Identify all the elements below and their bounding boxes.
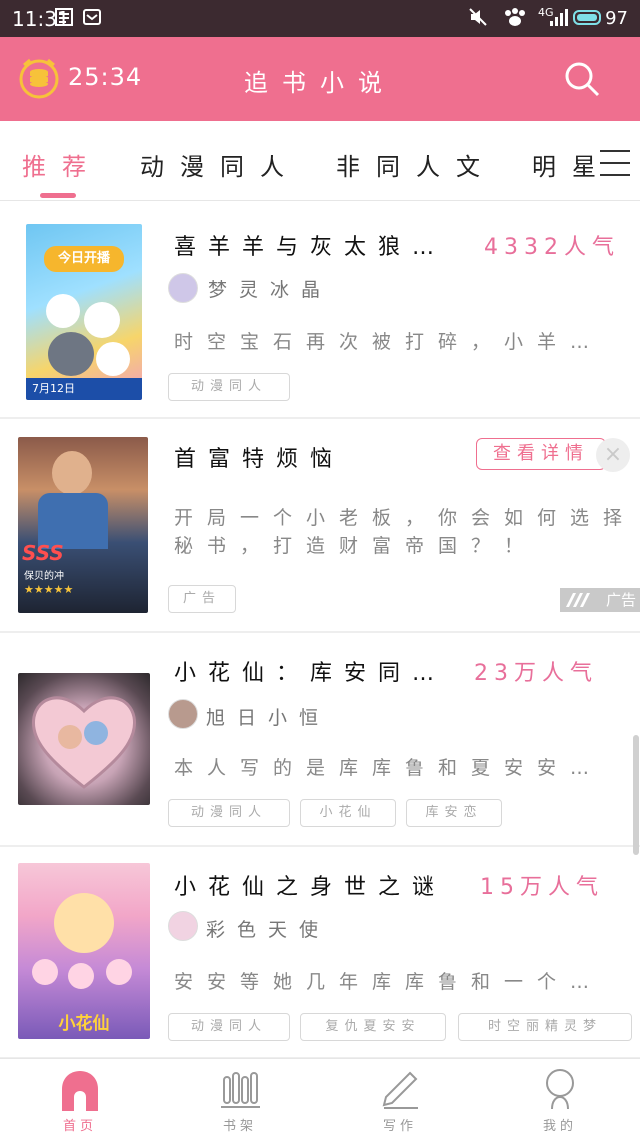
heart-shape [31,696,137,789]
notification-icon [55,8,73,26]
category-tabs: 推荐 动漫同人 非同人文 明星 [0,121,640,201]
book-description: 时空宝石再次被打碎，小羊… [174,331,604,353]
cover-stars: ★★★★★ [24,583,74,596]
mute-icon [469,8,487,26]
book-card-3[interactable]: 小花仙 小花仙之身世之谜 15万人气 彩色天使 安安等她几年库库鲁和一个… 动漫… [0,847,640,1059]
active-tab-indicator [40,193,76,198]
ad-tag: 广告 [168,585,236,613]
author-name: 梦灵冰晶 [208,279,333,301]
tab-anime-fanfic[interactable]: 动漫同人 [140,147,300,182]
cover-character-fairy [54,893,114,953]
nav-write[interactable]: 写作 [340,1059,460,1139]
book-card-1[interactable]: 今日开播 7月12日 喜羊羊与灰太狼… 4332人气 梦灵冰晶 时空宝石再次被打… [0,201,640,419]
ad-logo-icon [566,593,590,607]
cover-badge: 今日开播 [44,246,124,272]
app-title: 追书小说 [244,69,396,97]
cover-date: 7月12日 [26,378,142,400]
battery-icon [573,10,601,25]
cover-rank: SSS [22,541,64,565]
cover-character-sheep-2 [84,302,120,338]
book-description: 本人写的是库库鲁和夏安安… [174,757,604,779]
tag[interactable]: 复仇夏安安 [300,1013,446,1041]
nav-bookshelf[interactable]: 书架 [180,1059,300,1139]
menu-icon[interactable] [600,150,630,176]
nav-label: 首页 [62,1119,97,1134]
cover-character-small-3 [106,959,132,985]
bookshelf-icon [221,1072,260,1108]
popularity: 4332人气 [484,235,620,260]
book-title[interactable]: 小花仙：库安同… [174,655,446,687]
book-cover[interactable]: 今日开播 7月12日 [26,224,142,400]
ad-description-line1: 开局一个小老板，你会如何选择 [174,507,637,529]
signal-icon [550,9,568,26]
nav-profile[interactable]: 我的 [500,1059,620,1139]
popularity: 23万人气 [474,661,598,686]
avatar [168,699,198,729]
avatar [168,273,198,303]
cover-character-face [52,451,92,495]
cover-name: 保贝的冲 [24,571,64,582]
book-cover[interactable] [18,673,150,805]
view-details-button[interactable]: 查看详情 [476,438,606,470]
author-name: 彩色天使 [206,919,331,941]
battery-level: 97 [605,8,628,29]
paw-icon [505,8,525,26]
tab-non-fanfic[interactable]: 非同人文 [336,147,496,182]
nav-label: 书架 [222,1119,257,1134]
book-title[interactable]: 喜羊羊与灰太狼… [174,229,446,261]
cover-title: 小花仙 [58,1014,110,1034]
nav-label: 我的 [542,1119,577,1134]
book-title[interactable]: 小花仙之身世之谜 [174,869,446,901]
book-description: 安安等她几年库库鲁和一个… [174,971,604,993]
ad-label: 广告 [560,588,640,612]
search-icon[interactable] [562,59,602,99]
close-icon[interactable]: × [596,438,630,472]
cover-character-wolf [48,332,94,376]
book-card-2[interactable]: 小花仙：库安同… 23万人气 旭日小恒 本人写的是库库鲁和夏安安… 动漫同人 小… [0,633,640,847]
status-bar: 11:31 4G 97 [0,0,640,37]
cover-character-sheep [46,294,80,328]
tag[interactable]: 库安恋 [406,799,502,827]
nav-label: 写作 [382,1119,417,1134]
tab-recommend[interactable]: 推荐 [22,147,102,182]
tag[interactable]: 动漫同人 [168,373,290,401]
ad-description-line2: 秘书，打造财富帝国？！ [174,535,538,557]
book-cover[interactable]: 小花仙 [18,863,150,1039]
author-name: 旭日小恒 [206,707,331,729]
home-icon [62,1071,98,1111]
popularity: 15万人气 [480,875,604,900]
bottom-navigation: 首页 书架 写作 我的 [0,1058,640,1139]
tag[interactable]: 小花仙 [300,799,396,827]
cover-character-small-2 [68,963,94,989]
cover-character-small-1 [32,959,58,985]
tag[interactable]: 动漫同人 [168,1013,290,1041]
mail-icon [83,9,101,25]
nav-home[interactable]: 首页 [20,1059,140,1139]
ad-cover[interactable]: SSS 保贝的冲 ★★★★★ [18,437,148,613]
avatar [168,911,198,941]
app-header: 25:34 追书小说 [0,37,640,121]
tag[interactable]: 时空丽精灵梦 [458,1013,632,1041]
ad-label-text: 广告 [605,591,636,609]
profile-icon [546,1069,574,1110]
cover-character-sheep-3 [96,342,130,376]
tag[interactable]: 动漫同人 [168,799,290,827]
pencil-icon [382,1071,418,1109]
ad-title[interactable]: 首富特烦恼 [174,441,344,473]
scrollbar[interactable] [633,735,639,855]
